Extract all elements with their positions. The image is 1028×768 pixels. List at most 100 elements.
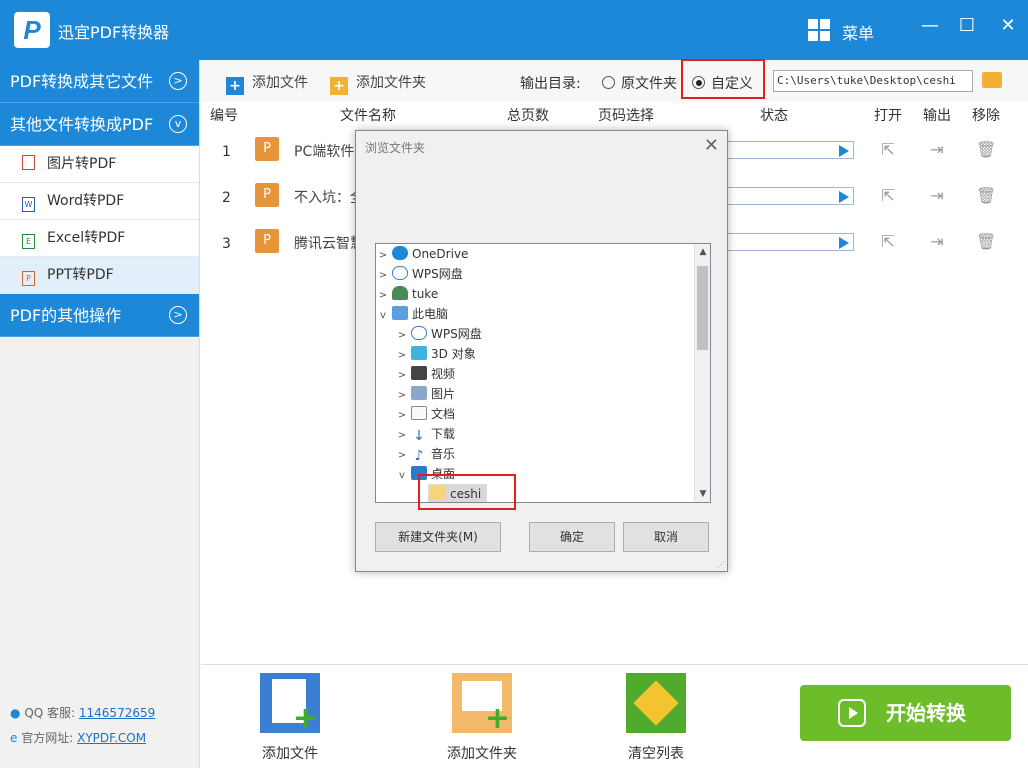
chevron-right-icon[interactable]: > [376,246,390,266]
sidebar-item-image-to-pdf[interactable]: 图片转PDF [0,146,199,183]
status-progress [726,141,854,159]
start-convert-button[interactable]: 开始转换 [800,685,1011,741]
bottom-add-file-label: 添加文件 [262,746,318,762]
trash-icon[interactable]: 🗑 [976,232,996,252]
chevron-down-icon[interactable]: v [376,306,390,326]
support-info: ● QQ 客服: 1146572659 e 官方网址: XYPDF.COM [10,696,155,746]
chevron-down-icon[interactable]: v [395,466,409,486]
close-icon[interactable]: ✕ [996,14,1020,38]
col-open: 打开 [874,108,902,124]
add-folder-icon: + [330,77,348,95]
qq-link[interactable]: 1146572659 [79,706,155,720]
tree-item-label: 文档 [431,407,456,421]
highlight-box [681,59,765,99]
music-icon: ♪ [414,448,424,464]
sidebar-section-pdf-to-other[interactable]: PDF转换成其它文件 > [0,60,199,103]
tree-item-music[interactable]: > ♪ 音乐 [395,444,455,464]
tree-item-pictures[interactable]: > 图片 [395,384,455,404]
browse-folder-dialog: 浏览文件夹 ✕ > OneDrive > WPS网盘 > tuke v 此电脑 > WPS… [355,130,728,572]
maximize-icon[interactable]: ☐ [955,14,979,38]
sidebar-item-word-to-pdf[interactable]: W Word转PDF [0,183,199,220]
onedrive-icon [392,246,408,260]
highlight-box [418,474,516,510]
folder-tree[interactable]: > OneDrive > WPS网盘 > tuke v 此电脑 > WPS网盘 >3D 对… [375,243,711,503]
cancel-button[interactable]: 取消 [623,522,709,552]
minimize-icon[interactable]: — [918,14,942,38]
tree-item-label: WPS网盘 [412,267,463,281]
add-folder-button[interactable]: + 添加文件夹 [330,72,426,95]
col-status: 状态 [760,108,788,124]
bottom-add-folder-button[interactable]: + 添加文件夹 [437,673,527,763]
tree-item-documents[interactable]: > 文档 [395,404,455,424]
open-icon[interactable]: ⇱ [878,140,898,160]
tree-item-label: 3D 对象 [431,347,476,361]
sidebar-item-label: 图片转PDF [47,156,117,172]
bottom-bar: + 添加文件 + 添加文件夹 清空列表 开始转换 [201,664,1028,768]
trash-icon[interactable]: 🗑 [976,186,996,206]
clear-list-button[interactable]: 清空列表 [621,673,691,763]
chevron-right-icon[interactable]: > [376,266,390,286]
tree-item-3d-objects[interactable]: >3D 对象 [395,344,476,364]
open-icon[interactable]: ⇱ [878,186,898,206]
output-icon[interactable]: ⇥ [927,186,947,206]
dialog-close-icon[interactable]: ✕ [704,135,719,156]
tree-item-downloads[interactable]: > ↓ 下载 [395,424,455,444]
tree-item-tuke[interactable]: > tuke [376,284,438,304]
output-dir-label: 输出目录: [520,76,581,92]
tree-item-onedrive[interactable]: > OneDrive [376,244,468,264]
trash-icon[interactable]: 🗑 [976,140,996,160]
tree-item-wps-cloud[interactable]: > WPS网盘 [376,264,463,284]
output-icon[interactable]: ⇥ [927,140,947,160]
scrollbar-thumb[interactable] [697,266,708,350]
add-file-button[interactable]: + 添加文件 [226,72,308,95]
sidebar-item-ppt-to-pdf[interactable]: P PPT转PDF [0,257,199,294]
play-icon[interactable] [839,237,849,249]
menu-button[interactable]: 菜单 [842,20,874,44]
sidebar-item-excel-to-pdf[interactable]: E Excel转PDF [0,220,199,257]
chevron-right-icon[interactable]: > [395,446,409,466]
sidebar-section-other-to-pdf[interactable]: 其他文件转换成PDF v [0,103,199,146]
play-icon [838,699,866,727]
tree-item-wps-cloud-pc[interactable]: > WPS网盘 [395,324,482,344]
video-icon [411,366,427,380]
scroll-up-icon[interactable]: ▲ [695,244,710,260]
sidebar-item-label: Word转PDF [47,193,125,209]
ppt-file-icon: P [255,137,279,161]
output-path-field[interactable]: C:\Users\tuke\Desktop\ceshi [773,70,973,92]
open-icon[interactable]: ⇱ [878,232,898,252]
chevron-right-icon[interactable]: > [395,346,409,366]
tree-scrollbar[interactable]: ▲ ▼ [694,244,710,502]
chevron-right-icon[interactable]: > [376,286,390,306]
chevron-right-icon[interactable]: > [395,326,409,346]
bottom-add-file-button[interactable]: + 添加文件 [257,673,323,763]
chevron-right-icon[interactable]: > [395,426,409,446]
tree-item-this-pc[interactable]: v 此电脑 [376,304,448,324]
ppt-file-icon: P [22,271,35,286]
play-icon[interactable] [839,145,849,157]
radio-original-folder[interactable]: 原文件夹 [602,73,677,93]
col-num: 编号 [210,108,238,124]
sidebar-section-pdf-other-ops[interactable]: PDF的其他操作 > [0,294,199,337]
site-link[interactable]: XYPDF.COM [77,731,146,745]
new-folder-button[interactable]: 新建文件夹(M) [375,522,501,552]
chevron-right-icon[interactable]: > [395,406,409,426]
browser-icon: e [10,731,18,745]
ppt-file-icon: P [255,229,279,253]
menu-grid-icon[interactable] [808,19,830,41]
user-icon [392,286,408,300]
scroll-down-icon[interactable]: ▼ [695,486,710,502]
tree-item-label: WPS网盘 [431,327,482,341]
documents-icon [411,406,427,420]
sidebar-section-label: PDF的其他操作 [10,306,122,325]
resize-grip-icon[interactable]: ⋰ [717,560,725,569]
row-num: 3 [222,236,231,252]
ok-button[interactable]: 确定 [529,522,615,552]
play-icon[interactable] [839,191,849,203]
browse-folder-icon[interactable] [982,72,1002,88]
chevron-right-icon[interactable]: > [395,366,409,386]
tree-item-videos[interactable]: > 视频 [395,364,455,384]
output-icon[interactable]: ⇥ [927,232,947,252]
add-folder-label: 添加文件夹 [356,75,426,91]
chevron-right-icon[interactable]: > [395,386,409,406]
status-progress [726,233,854,251]
